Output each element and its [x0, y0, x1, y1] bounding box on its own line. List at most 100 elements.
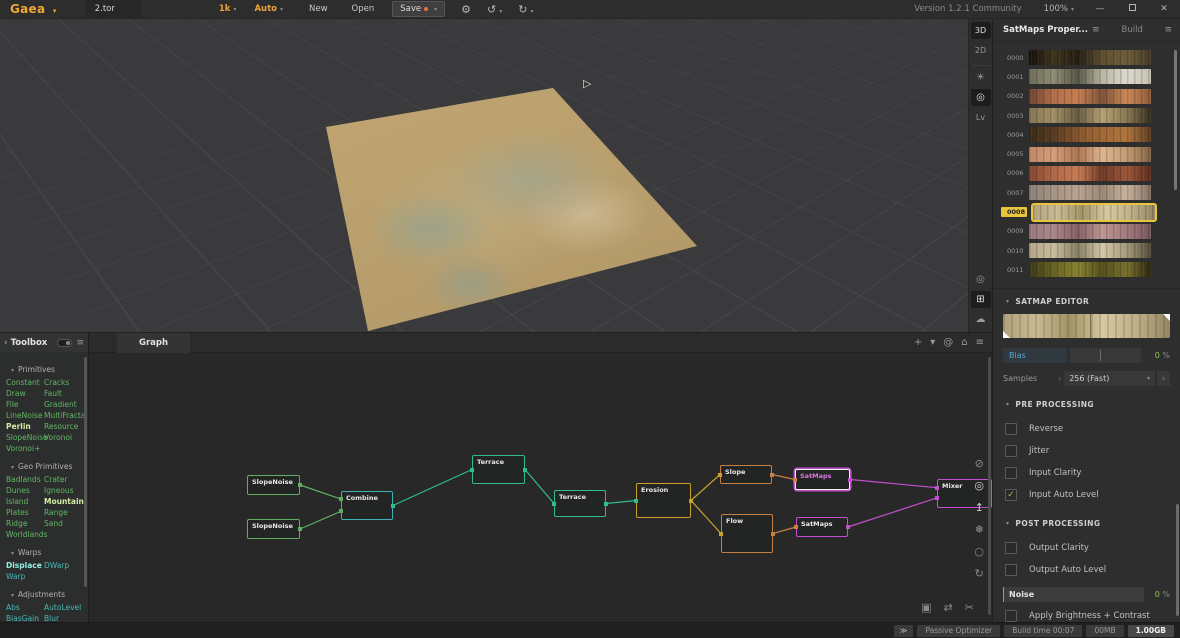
toolbox-item-abs[interactable]: Abs: [6, 604, 44, 612]
toolbox-item-dunes[interactable]: Dunes: [6, 487, 44, 495]
tab-satmaps-properties[interactable]: SatMaps Proper...: [1003, 25, 1088, 35]
chevron-down-icon[interactable]: ▾: [930, 337, 935, 348]
graph-node-terrace[interactable]: Terrace: [554, 490, 606, 517]
node-port[interactable]: [846, 525, 850, 529]
node-port[interactable]: [634, 498, 638, 503]
new-button[interactable]: New: [309, 4, 328, 14]
toolbox-item-blur[interactable]: Blur: [44, 615, 82, 623]
swatch-gradient[interactable]: [1029, 108, 1151, 124]
toolbox-item-gradient[interactable]: Gradient: [44, 401, 82, 409]
viewport-3d[interactable]: ▷: [0, 19, 968, 332]
toolbox-item-worldlands[interactable]: Worldlands: [6, 531, 48, 539]
satmap-gradient-editor[interactable]: [1003, 313, 1170, 338]
toolbox-item-resource[interactable]: Resource: [44, 423, 82, 431]
satmap-swatch-row[interactable]: 0010: [993, 241, 1180, 260]
node-port[interactable]: [935, 485, 939, 490]
node-port[interactable]: [604, 501, 608, 506]
gear-icon[interactable]: ⚙: [461, 3, 471, 16]
node-port[interactable]: [793, 477, 797, 482]
checkbox-output-auto-level[interactable]: [1005, 564, 1017, 577]
checkbox-jitter[interactable]: [1005, 445, 1017, 458]
redo-button[interactable]: ↻ ▾: [518, 3, 533, 16]
graph-scrollbar[interactable]: [988, 357, 991, 615]
checkbox-apply-brightness-contrast[interactable]: [1005, 610, 1017, 622]
checkbox-output-clarity[interactable]: [1005, 542, 1017, 555]
collapse-toolbox-icon[interactable]: ‹: [4, 338, 8, 348]
perspective-icon[interactable]: ◎: [971, 271, 991, 288]
node-port[interactable]: [298, 483, 302, 487]
toolbox-section-header[interactable]: ▾ Adjustments: [8, 590, 88, 599]
node-port[interactable]: [848, 477, 852, 482]
open-button[interactable]: Open: [352, 4, 375, 14]
samples-next-icon[interactable]: ›: [1157, 370, 1170, 386]
graph-node-slope[interactable]: Slope: [720, 465, 772, 484]
graph-node-erosion[interactable]: Erosion: [636, 483, 691, 518]
node-port[interactable]: [523, 467, 527, 472]
graph-node-terrace[interactable]: Terrace: [472, 455, 525, 484]
toolbox-section-header[interactable]: ▾ Warps: [8, 548, 88, 557]
resolution-dropdown[interactable]: 1k ▾: [219, 4, 237, 14]
toolbox-item-island[interactable]: Island: [6, 498, 44, 506]
link-icon[interactable]: @: [943, 337, 953, 348]
swatch-gradient[interactable]: [1029, 69, 1151, 85]
export-icon[interactable]: ↥: [975, 501, 984, 514]
properties-tab-menu-icon[interactable]: ≡: [1092, 25, 1100, 35]
graph-node-combine[interactable]: Combine: [341, 491, 393, 520]
menu-icon[interactable]: ≡: [976, 337, 984, 348]
graph-canvas[interactable]: ⊘ ◎ ↥ ❅ ○ ↻ ▣ ⇄ ✂ SlopeNoise SlopeNoise Combine Te…: [89, 353, 992, 622]
node-port[interactable]: [552, 501, 556, 506]
toolbox-item-draw[interactable]: Draw: [6, 390, 44, 398]
toolbox-item-multifractal[interactable]: MultiFractal: [44, 412, 88, 420]
satmap-swatch-row[interactable]: 0000: [993, 48, 1180, 67]
pre-processing-header[interactable]: ▾ PRE PROCESSING: [993, 392, 1180, 415]
toolbox-item-igneous[interactable]: Igneous: [44, 487, 82, 495]
toolbox-menu-icon[interactable]: ≡: [76, 338, 84, 348]
view-2d-button[interactable]: 2D: [971, 42, 991, 59]
pin-icon[interactable]: ◎: [974, 479, 984, 492]
camera-icon[interactable]: ◎: [970, 89, 991, 106]
marker-icon[interactable]: ○: [974, 545, 984, 558]
gradient-handle-left[interactable]: [1003, 330, 1010, 338]
toolbox-item-mountain[interactable]: Mountain: [44, 498, 84, 506]
swatch-gradient[interactable]: [1029, 146, 1151, 162]
undo-button[interactable]: ↺ ▾: [487, 3, 502, 16]
bias-slider[interactable]: [1070, 347, 1141, 363]
swatch-scrollbar[interactable]: [1174, 50, 1177, 190]
toolbox-item-badlands[interactable]: Badlands: [6, 476, 44, 484]
cut-links-icon[interactable]: ✂: [965, 601, 974, 614]
level-button[interactable]: Lv: [971, 109, 991, 126]
swatch-gradient[interactable]: [1031, 202, 1157, 222]
node-port[interactable]: [935, 495, 939, 500]
graph-node-satmaps[interactable]: SatMaps: [795, 469, 850, 490]
toolbox-item-voronoi-[interactable]: Voronoi+: [6, 445, 44, 453]
satmap-editor-header[interactable]: ▾ SATMAP EDITOR: [993, 289, 1180, 312]
toolbox-item-linenoise[interactable]: LineNoise: [6, 412, 44, 420]
node-port[interactable]: [719, 531, 723, 536]
grid-toggle-icon[interactable]: ⊞: [970, 291, 991, 308]
toolbox-item-dwarp[interactable]: DWarp: [44, 562, 82, 570]
satmap-swatch-row[interactable]: 0009: [993, 222, 1180, 241]
toolbox-scrollbar[interactable]: [84, 357, 87, 587]
samples-dropdown[interactable]: 256 (Fast) ▾: [1064, 370, 1155, 386]
satmap-swatch-row[interactable]: 0002: [993, 87, 1180, 106]
toolbox-item-cracks[interactable]: Cracks: [44, 379, 82, 387]
graph-node-flow[interactable]: Flow: [721, 514, 773, 553]
fit-view-icon[interactable]: ▣: [921, 601, 931, 614]
satmap-swatch-row[interactable]: 0005: [993, 144, 1180, 163]
lighting-icon[interactable]: ☀: [971, 69, 991, 86]
node-port[interactable]: [298, 527, 302, 531]
toolbox-item-constant[interactable]: Constant: [6, 379, 44, 387]
samples-prev-icon[interactable]: ‹: [1058, 374, 1061, 383]
swatch-gradient[interactable]: [1029, 262, 1151, 278]
build-mode-dropdown[interactable]: Auto ▾: [254, 4, 283, 14]
swatch-gradient[interactable]: [1029, 165, 1151, 181]
bias-field[interactable]: Bias: [1003, 347, 1067, 363]
toolbox-item-ridge[interactable]: Ridge: [6, 520, 44, 528]
satmap-swatch-row[interactable]: 0004: [993, 125, 1180, 144]
satmap-swatch-row[interactable]: 0008: [993, 202, 1180, 222]
refresh-icon[interactable]: ↻: [975, 567, 984, 580]
checkbox-input-clarity[interactable]: [1005, 467, 1017, 480]
view-3d-button[interactable]: 3D: [970, 22, 991, 39]
swatch-gradient[interactable]: [1029, 127, 1151, 143]
save-button[interactable]: Save ▾: [392, 1, 446, 17]
